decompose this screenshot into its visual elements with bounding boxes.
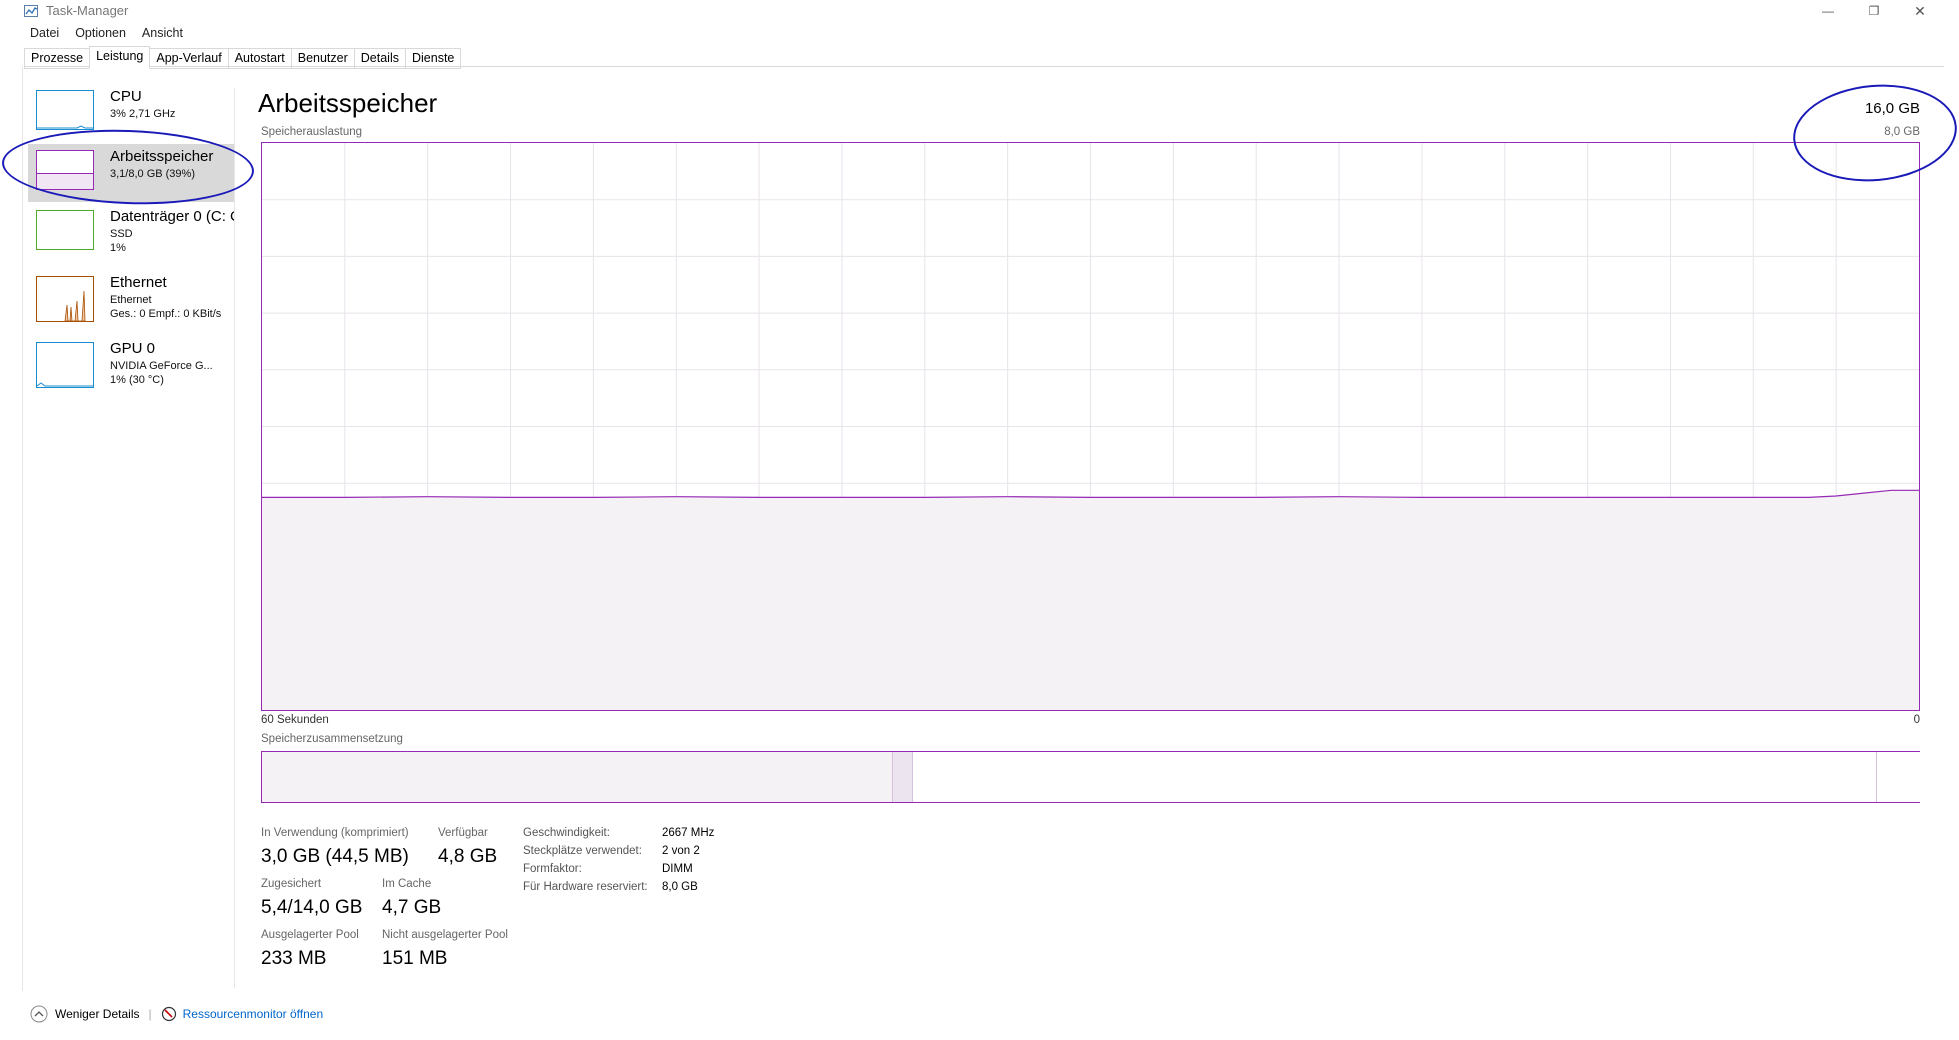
tab-divider <box>24 66 1944 67</box>
title-bar <box>0 0 1959 24</box>
memory-thumbnail <box>36 150 94 190</box>
cached-label: Im Cache <box>382 878 432 890</box>
property-value: 2667 MHz <box>662 827 715 839</box>
ethernet-thumbnail <box>36 276 94 322</box>
x-axis-end-label: 0 <box>1913 714 1920 726</box>
cpu-mini-graph <box>37 125 93 129</box>
sidebar: CPU 3% 2,71 GHz Arbeitsspeicher 3,1/8,0 … <box>24 70 234 990</box>
sidebar-item-title: Datenträger 0 (C: C <box>110 208 234 225</box>
tab-leistung[interactable]: Leistung <box>89 46 151 69</box>
restore-icon: ❐ <box>1868 4 1880 18</box>
paged-pool-value: 233 MB <box>261 948 327 969</box>
memory-usage-area <box>262 490 1919 710</box>
sidebar-item-datentraeger[interactable]: Datenträger 0 (C: C SSD 1% <box>28 204 234 264</box>
sidebar-item-gpu[interactable]: GPU 0 NVIDIA GeForce G... 1% (30 °C) <box>28 336 234 396</box>
sidebar-item-detail: NVIDIA GeForce G... <box>110 360 213 372</box>
minimize-icon: — <box>1822 4 1834 18</box>
gpu-thumbnail <box>36 342 94 388</box>
sidebar-item-title: Ethernet <box>110 274 167 291</box>
resource-monitor-label: Ressourcenmonitor öffnen <box>182 1007 324 1021</box>
window-title: Task-Manager <box>46 3 129 18</box>
memory-usage-graph <box>262 143 1919 710</box>
committed-label: Zugesichert <box>261 878 322 890</box>
sidebar-item-title: CPU <box>110 88 142 105</box>
resource-monitor-link[interactable]: Ressourcenmonitor öffnen <box>161 1006 324 1022</box>
sidebar-item-detail: SSD <box>110 228 133 240</box>
property-label: Steckplätze verwendet: <box>523 845 642 857</box>
less-details-label: Weniger Details <box>55 1007 140 1021</box>
property-label: Formfaktor: <box>523 863 582 875</box>
sidebar-item-detail-2: Ges.: 0 Empf.: 0 KBit/s <box>110 308 222 320</box>
resource-monitor-icon <box>161 1006 176 1022</box>
restore-button[interactable]: ❐ <box>1851 0 1897 22</box>
cpu-thumbnail <box>36 90 94 130</box>
sidebar-divider <box>234 88 235 988</box>
composition-label: Speicherzusammensetzung <box>261 733 403 745</box>
sidebar-item-title: Arbeitsspeicher <box>110 148 214 165</box>
menu-datei[interactable]: Datei <box>22 24 67 44</box>
menu-ansicht[interactable]: Ansicht <box>134 24 191 44</box>
footer-separator: | <box>148 1007 152 1021</box>
x-axis-start-label: 60 Sekunden <box>261 714 329 726</box>
paged-pool-label: Ausgelagerter Pool <box>261 929 359 941</box>
less-details-button[interactable]: Weniger Details <box>30 1005 139 1023</box>
chart-max-label: 8,0 GB <box>1884 126 1920 138</box>
property-value: 2 von 2 <box>662 845 700 857</box>
tab-bar: Prozesse Leistung App-Verlauf Autostart … <box>24 46 462 69</box>
in-use-value: 3,0 GB (44,5 MB) <box>261 846 409 867</box>
composition-segment-free[interactable] <box>1875 752 1920 802</box>
sidebar-item-title: GPU 0 <box>110 340 156 357</box>
close-icon: ✕ <box>1914 2 1926 19</box>
memory-composition-bar <box>261 751 1920 803</box>
ethernet-mini-graph <box>64 290 86 322</box>
sidebar-item-ethernet[interactable]: Ethernet Ethernet Ges.: 0 Empf.: 0 KBit/… <box>28 270 234 330</box>
menu-optionen[interactable]: Optionen <box>67 24 134 44</box>
cached-value: 4,7 GB <box>382 897 442 918</box>
committed-value: 5,4/14,0 GB <box>261 897 363 918</box>
composition-segment-standby[interactable] <box>911 752 1877 802</box>
task-manager-app-icon <box>24 5 38 17</box>
sidebar-item-detail: 3,1/8,0 GB (39%) <box>110 168 195 180</box>
available-label: Verfügbar <box>438 827 488 839</box>
nonpaged-pool-label: Nicht ausgelagerter Pool <box>382 929 508 941</box>
sidebar-item-detail: 3% 2,71 GHz <box>110 108 176 120</box>
sidebar-item-arbeitsspeicher[interactable]: Arbeitsspeicher 3,1/8,0 GB (39%) <box>28 144 234 202</box>
close-button[interactable]: ✕ <box>1897 0 1943 22</box>
disk-thumbnail <box>36 210 94 250</box>
property-label: Geschwindigkeit: <box>523 827 610 839</box>
total-memory: 16,0 GB <box>1864 100 1920 117</box>
sidebar-item-detail-2: 1% <box>110 242 126 254</box>
chevron-up-icon <box>30 1005 48 1023</box>
available-value: 4,8 GB <box>438 846 498 867</box>
composition-segment-modified[interactable] <box>891 752 913 802</box>
menu-bar: Datei Optionen Ansicht <box>22 24 191 44</box>
page-title: Arbeitsspeicher <box>258 88 438 118</box>
minimize-button[interactable]: — <box>1805 0 1851 22</box>
property-value: 8,0 GB <box>662 881 698 893</box>
sidebar-item-detail: Ethernet <box>110 294 152 306</box>
panel-left-border <box>22 66 23 991</box>
property-value: DIMM <box>662 863 693 875</box>
nonpaged-pool-value: 151 MB <box>382 948 448 969</box>
gpu-mini-graph <box>36 382 93 387</box>
memory-usage-chart <box>261 142 1920 711</box>
footer: Weniger Details | Ressourcenmonitor öffn… <box>30 1005 323 1023</box>
chart-label: Speicherauslastung <box>261 126 363 138</box>
sidebar-item-cpu[interactable]: CPU 3% 2,71 GHz <box>28 84 234 142</box>
sidebar-item-detail-2: 1% (30 °C) <box>110 374 164 386</box>
in-use-label: In Verwendung (komprimiert) <box>261 827 409 839</box>
composition-segment-used[interactable] <box>262 752 892 802</box>
property-label: Für Hardware reserviert: <box>523 881 648 893</box>
